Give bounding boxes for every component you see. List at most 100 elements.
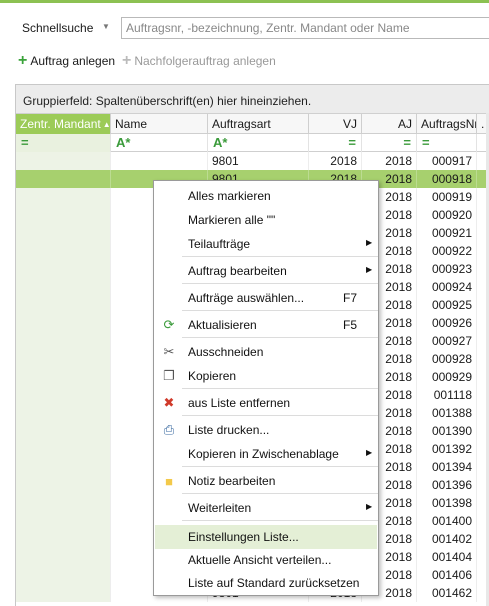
menu-item-label: Liste auf Standard zurücksetzen — [188, 576, 360, 590]
menu-item-label: aus Liste entfernen — [188, 396, 291, 410]
cell-mandant — [16, 332, 111, 350]
menu-item[interactable]: ■ Notiz bearbeiten — [155, 469, 377, 493]
submenu-arrow-icon: ▶ — [366, 265, 373, 274]
filter-equals-icon[interactable]: = — [309, 134, 362, 152]
filter-equals-icon[interactable]: = — [16, 134, 111, 152]
menu-item[interactable]: ✂ Ausschneiden — [155, 340, 377, 364]
sort-ascending-icon: ▲ — [102, 120, 111, 129]
cell-mandant — [16, 278, 111, 296]
menu-item-label: Aktuelle Ansicht verteilen... — [188, 553, 332, 567]
cell-mandant — [16, 188, 111, 206]
cell-mandant — [16, 260, 111, 278]
cell-auftragsnr: 001400 — [417, 512, 477, 530]
cell-name — [111, 152, 208, 170]
menu-item[interactable]: Auftrag bearbeiten ▶ — [155, 259, 377, 283]
filter-equals-icon[interactable]: = — [417, 134, 477, 152]
menu-item-label: Kopieren — [188, 369, 237, 383]
menu-item[interactable]: Einstellungen Liste... — [155, 525, 377, 549]
submenu-arrow-icon: ▶ — [366, 238, 373, 247]
menu-separator — [182, 520, 378, 521]
cell-mandant — [16, 530, 111, 548]
column-header-mandant[interactable]: Zentr. Mandant ▲ — [16, 114, 111, 134]
refresh-icon: ⟳ — [163, 317, 175, 332]
menu-separator — [182, 388, 378, 389]
cell-auftragsnr: 001390 — [417, 422, 477, 440]
cell-mandant — [16, 548, 111, 566]
cell-auftragsnr: 000929 — [417, 368, 477, 386]
cell-auftragsnr: 000921 — [417, 224, 477, 242]
menu-item[interactable]: Alles markieren — [155, 184, 377, 208]
menu-item[interactable]: Markieren alle "" — [155, 208, 377, 232]
cell-auftragsnr: 001394 — [417, 458, 477, 476]
table-row[interactable]: 9801 2018 2018 000917 — [16, 152, 489, 170]
cell-auftragsnr: 001404 — [417, 548, 477, 566]
cell-mandant — [16, 152, 111, 170]
menu-item-label: Alles markieren — [188, 189, 271, 203]
menu-separator — [182, 283, 378, 284]
menu-item[interactable]: ❐ Kopieren — [155, 364, 377, 388]
menu-item[interactable]: Kopieren in Zwischenablage ▶ — [155, 442, 377, 466]
cell-auftragsnr: 001392 — [417, 440, 477, 458]
filter-text-icon[interactable]: A* — [208, 134, 309, 152]
menu-item[interactable]: Teilaufträge ▶ — [155, 232, 377, 256]
cell-mandant — [16, 206, 111, 224]
quicksearch-dropdown-icon[interactable]: ▼ — [102, 22, 110, 31]
cell-mandant — [16, 458, 111, 476]
cell-auftragsnr: 000928 — [417, 350, 477, 368]
menu-item-label: Teilaufträge — [188, 237, 251, 251]
cell-auftragsnr: 000922 — [417, 242, 477, 260]
quicksearch-input[interactable] — [121, 17, 489, 39]
menu-item-label: Notiz bearbeiten — [188, 474, 276, 488]
menu-item[interactable]: Aktuelle Ansicht verteilen... — [155, 548, 377, 572]
group-panel[interactable]: Gruppierfeld: Spaltenüberschrift(en) hie… — [16, 85, 489, 114]
cell-mandant — [16, 476, 111, 494]
menu-separator — [182, 310, 378, 311]
menu-item[interactable]: ✖ aus Liste entfernen — [155, 391, 377, 415]
cell-mandant — [16, 350, 111, 368]
menu-item[interactable]: ⎙ Liste drucken... — [155, 418, 377, 442]
column-header-vj[interactable]: VJ — [309, 114, 362, 134]
cell-auftragsnr: 001388 — [417, 404, 477, 422]
group-panel-text: Gruppierfeld: Spaltenüberschrift(en) hie… — [23, 94, 312, 108]
menu-separator — [182, 415, 378, 416]
copy-icon: ❐ — [163, 368, 175, 383]
cell-mandant — [16, 404, 111, 422]
filter-text-icon[interactable]: A* — [111, 134, 208, 152]
cell-auftragsnr: 000917 — [417, 152, 477, 170]
cell-vj: 2018 — [309, 152, 362, 170]
menu-separator — [182, 493, 378, 494]
cell-auftragsnr: 000919 — [417, 188, 477, 206]
add-order-label: Auftrag anlegen — [30, 54, 116, 68]
cell-mandant — [16, 584, 111, 602]
column-header-auftragsart[interactable]: Auftragsart — [208, 114, 309, 134]
toolbar: + Auftrag anlegen + Nachfolgerauftrag an… — [0, 50, 489, 74]
menu-item[interactable]: Liste auf Standard zurücksetzen — [155, 571, 377, 595]
column-header-auftragsnr[interactable]: AuftragsNr — [417, 114, 477, 134]
cell-mandant — [16, 386, 111, 404]
column-header-aj[interactable]: AJ — [362, 114, 417, 134]
menu-item[interactable]: Weiterleiten ▶ — [155, 496, 377, 520]
cell-auftragsnr: 001402 — [417, 530, 477, 548]
cell-auftragsnr: 000923 — [417, 260, 477, 278]
column-header-name[interactable]: Name — [111, 114, 208, 134]
menu-item[interactable]: Aufträge auswählen... F7 — [155, 286, 377, 310]
cell-aj: 2018 — [362, 152, 417, 170]
menu-item-label: Liste drucken... — [188, 423, 270, 437]
menu-item-label: Markieren alle "" — [188, 213, 276, 227]
submenu-arrow-icon: ▶ — [366, 502, 373, 511]
cell-auftragsnr: 000918 — [417, 170, 477, 188]
cell-mandant — [16, 512, 111, 530]
cell-mandant — [16, 494, 111, 512]
menu-separator — [182, 256, 378, 257]
cell-auftragsnr: 000927 — [417, 332, 477, 350]
cell-auftragsnr: 001396 — [417, 476, 477, 494]
add-order-button[interactable]: + Auftrag anlegen — [18, 52, 116, 69]
quicksearch-label: Schnellsuche — [22, 21, 94, 35]
cell-auftragsnr: 000926 — [417, 314, 477, 332]
filter-equals-icon[interactable]: = — [362, 134, 417, 152]
add-follow-order-button[interactable]: + Nachfolgerauftrag anlegen — [122, 53, 276, 69]
plus-icon: + — [18, 52, 28, 69]
cell-mandant — [16, 242, 111, 260]
top-accent-line — [0, 0, 489, 3]
menu-item[interactable]: ⟳ Aktualisieren F5 — [155, 313, 377, 337]
